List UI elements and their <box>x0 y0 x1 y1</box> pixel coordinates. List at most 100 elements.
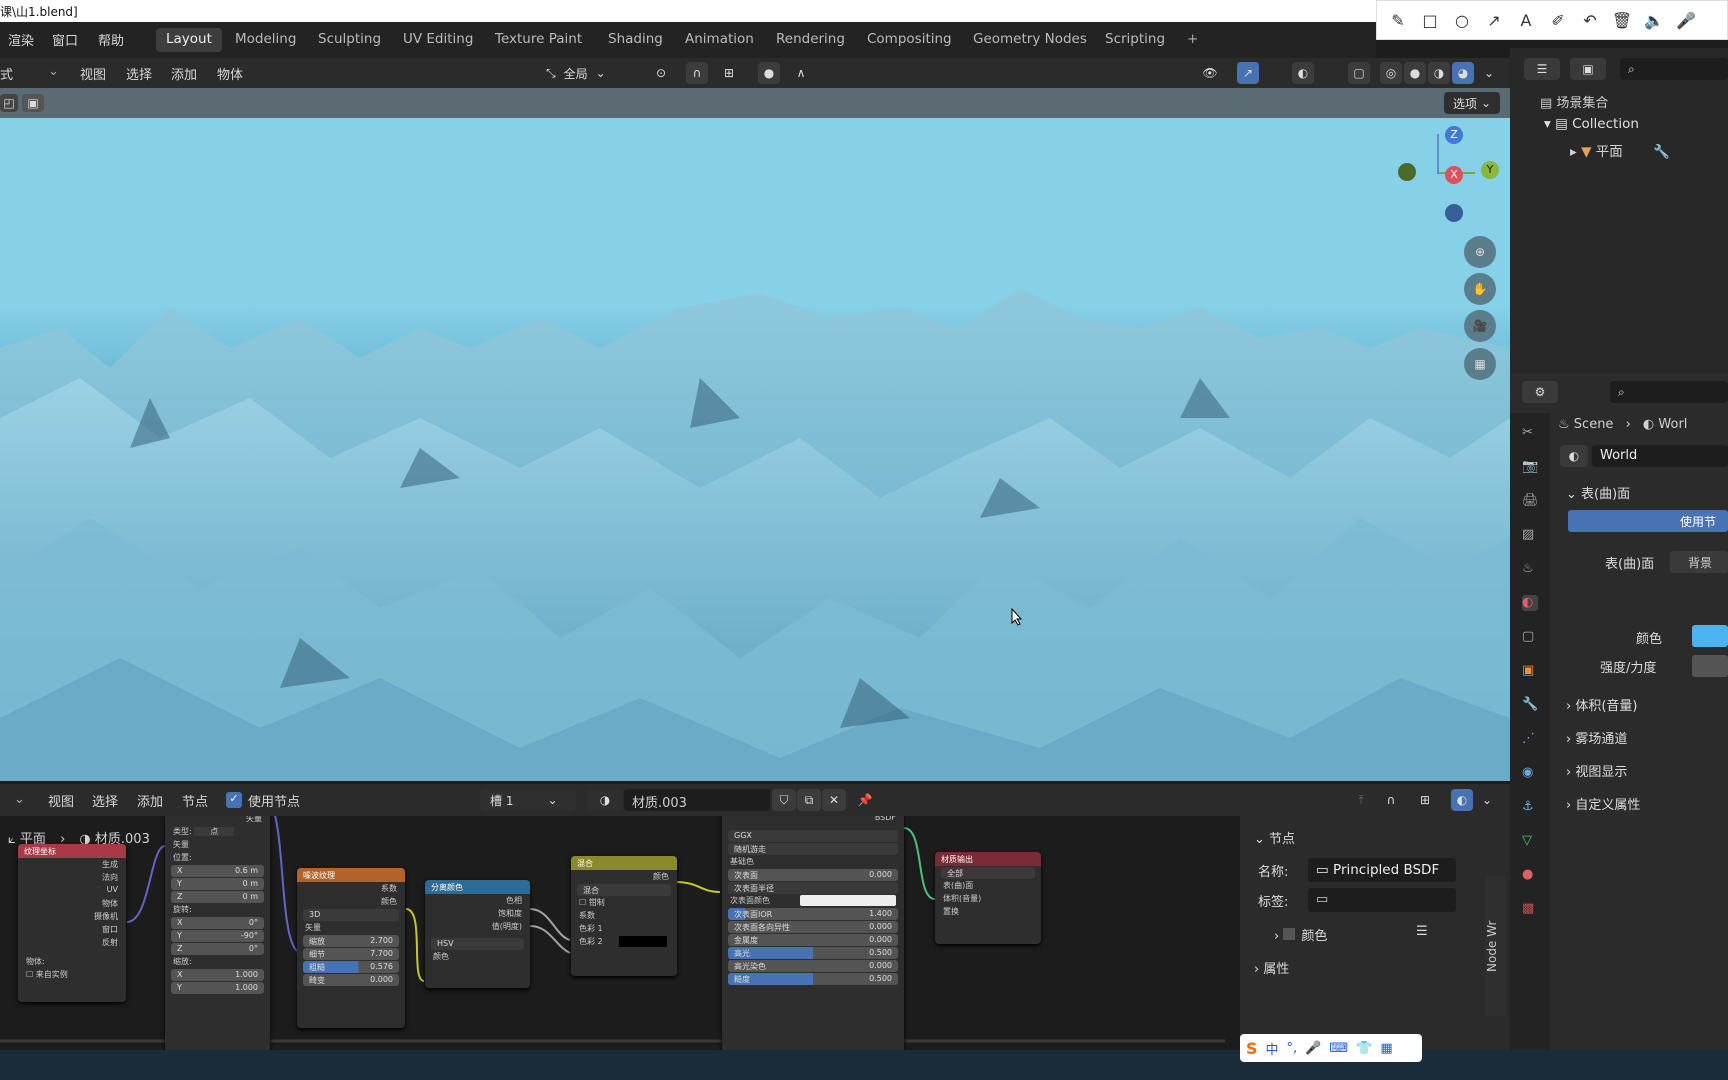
noise-texture-node[interactable]: 噪波纹理 系数 颜色 3D 矢量 缩放 2.700 细节 7.700 粗糙 0.576… <box>297 868 405 1028</box>
snap-icon[interactable]: ∩ <box>686 62 708 84</box>
tab-shading[interactable]: Shading <box>598 28 673 52</box>
use-nodes-button[interactable]: 使用节 <box>1568 510 1728 532</box>
tool-tab-icon[interactable]: ✂ <box>1522 425 1538 441</box>
node-menu-select[interactable]: 选择 <box>92 791 118 810</box>
microphone-icon[interactable]: 🎤 <box>1676 11 1696 30</box>
solid-shading-icon[interactable]: ● <box>1404 62 1426 84</box>
collection-tab-icon[interactable]: ▢ <box>1522 629 1538 645</box>
camera-icon[interactable]: 🎥 <box>1464 310 1496 342</box>
properties-search-input[interactable]: ⌕ <box>1610 381 1728 403</box>
duplicate-material-icon[interactable]: ⧉ <box>797 789 821 811</box>
bsdf-subsurface-field[interactable]: 次表面 0.000 <box>722 868 904 881</box>
mix-clamp-checkbox[interactable]: ☐ 钳制 <box>571 896 677 909</box>
surface-panel-header[interactable]: ⌄ 表(曲)面 <box>1566 483 1630 502</box>
material-name-field[interactable]: 材质.003 <box>624 789 770 811</box>
mist-panel-header[interactable]: › 雾场通道 <box>1566 728 1627 747</box>
noise-dimension-select[interactable]: 3D <box>297 908 405 921</box>
bsdf-roughness-field[interactable]: 糙度 0.500 <box>722 972 904 985</box>
visibility-icon[interactable]: 👁 <box>1192 62 1228 84</box>
fake-user-icon[interactable]: ⛉ <box>772 789 796 811</box>
mapping-scale-y[interactable]: Y 1.000 <box>165 981 270 994</box>
pan-hand-icon[interactable]: ✋ <box>1464 273 1496 305</box>
bsdf-subsurface-color-field[interactable]: 次表面颜色 <box>722 894 904 907</box>
mapping-rot-y[interactable]: Y -90° <box>165 929 270 942</box>
gizmo-toggle-icon[interactable]: ↗ <box>1237 62 1259 84</box>
scene-tab-icon[interactable]: ♨ <box>1522 561 1538 577</box>
noise-scale-field[interactable]: 缩放 2.700 <box>297 934 405 947</box>
mapping-node[interactable]: 矢量 类型: 点 矢量 位置: X 0.6 m Y 0 m Z 0 m 旋转: X 0°… <box>165 816 270 1050</box>
strength-field[interactable] <box>1692 655 1728 677</box>
nav-gizmo[interactable]: Z Y X <box>1385 124 1499 234</box>
viewport-menu-select[interactable]: 选择 <box>126 64 152 83</box>
pivot-icon[interactable]: ⊙ <box>644 62 678 84</box>
mapping-loc-x[interactable]: X 0.6 m <box>165 864 270 877</box>
modifier-tab-icon[interactable]: 🔧 <box>1522 697 1538 713</box>
tab-animation[interactable]: Animation <box>675 28 764 52</box>
toolbox-icon[interactable]: ▦ <box>1380 1041 1392 1056</box>
particles-tab-icon[interactable]: ⋰ <box>1522 731 1538 747</box>
mix-input-color2[interactable]: 色彩 2 <box>571 935 677 948</box>
node-overlay-icon[interactable]: ◐ <box>1451 789 1473 811</box>
menu-window[interactable]: 窗口 <box>52 30 78 49</box>
zoom-icon[interactable]: ⊕ <box>1464 236 1496 268</box>
mode-dropdown-icon[interactable]: ⌄ <box>48 64 59 79</box>
tab-scripting[interactable]: Scripting <box>1095 28 1175 52</box>
tab-modeling[interactable]: Modeling <box>225 28 306 52</box>
output-target-select[interactable]: 全部 <box>935 866 1041 879</box>
wrench-icon[interactable]: 🔧 <box>1653 144 1670 160</box>
pin-icon[interactable]: 📌 <box>853 789 877 811</box>
node-name-field[interactable]: ▭ Principled BSDF <box>1308 858 1456 882</box>
tab-compositing[interactable]: Compositing <box>857 28 962 52</box>
use-nodes-checkbox[interactable]: ✓ <box>226 792 242 808</box>
circle-icon[interactable]: ○ <box>1453 11 1471 30</box>
editor-type-icon[interactable]: ⚙ <box>1522 381 1558 403</box>
bsdf-sss-method-select[interactable]: 随机游走 <box>722 842 904 855</box>
material-output-node[interactable]: 材质输出 全部 表(曲)面 体积(音量) 置换 <box>935 852 1041 944</box>
rectangle-icon[interactable]: □ <box>1421 11 1439 30</box>
node-color-section[interactable]: › 颜色 <box>1274 925 1327 944</box>
viewport-menu-view[interactable]: 视图 <box>80 64 106 83</box>
mapping-rot-z[interactable]: Z 0° <box>165 942 270 955</box>
sephsv-mode-select[interactable]: HSV <box>425 937 530 950</box>
output-tab-icon[interactable]: 🖨 <box>1522 493 1539 509</box>
viewport-menu-add[interactable]: 添加 <box>171 64 197 83</box>
arrow-icon[interactable]: ↗ <box>1485 11 1503 30</box>
tab-layout[interactable]: Layout <box>156 28 222 52</box>
mapping-scale-x[interactable]: X 1.000 <box>165 968 270 981</box>
collection-row[interactable]: ▾ ▤ Collection <box>1544 116 1639 132</box>
mix-blend-select[interactable]: 混合 <box>571 883 677 896</box>
material-tab-icon[interactable]: ● <box>1522 867 1538 883</box>
color-list-icon[interactable]: ☰ <box>1416 924 1428 939</box>
overlay-icon[interactable]: ◐ <box>1292 62 1314 84</box>
texture-coordinate-node[interactable]: 纹理坐标 生成 法向 UV 物体 摄像机 窗口 反射 物体: ☐ 来自实例 <box>18 844 126 1002</box>
gizmo-z-axis[interactable]: Z <box>1445 126 1463 144</box>
gizmo-y-axis[interactable]: Y <box>1481 161 1499 179</box>
world-name-field[interactable]: World <box>1592 445 1728 467</box>
select-mode-icon[interactable]: ▣ <box>22 94 44 112</box>
world-tab-icon[interactable]: ◐ <box>1522 595 1538 611</box>
microphone-icon[interactable]: 🎤 <box>1305 1041 1321 1056</box>
surface-shader-button[interactable]: 背景 <box>1670 551 1728 573</box>
gizmo-neg-z[interactable] <box>1445 204 1463 222</box>
texcoord-from-instancer[interactable]: ☐ 来自实例 <box>18 968 126 981</box>
select-box-icon[interactable]: ◰ <box>0 94 18 112</box>
speaker-icon[interactable]: 🔈 <box>1644 11 1664 30</box>
filter-icon[interactable]: ▣ <box>1570 58 1606 80</box>
trash-icon[interactable]: 🗑 <box>1612 11 1632 30</box>
separate-color-node[interactable]: 分离颜色 色相 饱和度 值(明度) HSV 颜色 <box>425 880 530 988</box>
gizmo-neg-y[interactable] <box>1398 163 1416 181</box>
overlay-dropdown-icon[interactable]: ⌄ <box>1476 789 1498 811</box>
node-label-field[interactable]: ▭ <box>1308 888 1456 912</box>
custom-properties-panel-header[interactable]: › 自定义属性 <box>1566 794 1640 813</box>
falloff-icon[interactable]: ∧ <box>784 62 818 84</box>
node-section-header[interactable]: ⌄ 节点 <box>1254 828 1295 847</box>
pencil-icon[interactable]: ✎ <box>1389 11 1407 30</box>
outliner-search-input[interactable]: ⌕ <box>1620 58 1728 80</box>
text-icon[interactable]: A <box>1517 11 1535 30</box>
bsdf-specular-field[interactable]: 高光 0.500 <box>722 946 904 959</box>
ime-punctuation[interactable]: °, <box>1287 1041 1298 1056</box>
node-menu-add[interactable]: 添加 <box>137 791 163 810</box>
ime-chinese-mode[interactable]: 中 <box>1266 1039 1279 1058</box>
node-editor-canvas[interactable]: ⟀ 平面 › ◑ 材质.003 纹理坐标 生成 法向 UV 物体 摄像机 窗口 … <box>0 816 1240 1050</box>
object-row[interactable]: ▸ ▼ 平面 🔧 <box>1570 140 1670 160</box>
